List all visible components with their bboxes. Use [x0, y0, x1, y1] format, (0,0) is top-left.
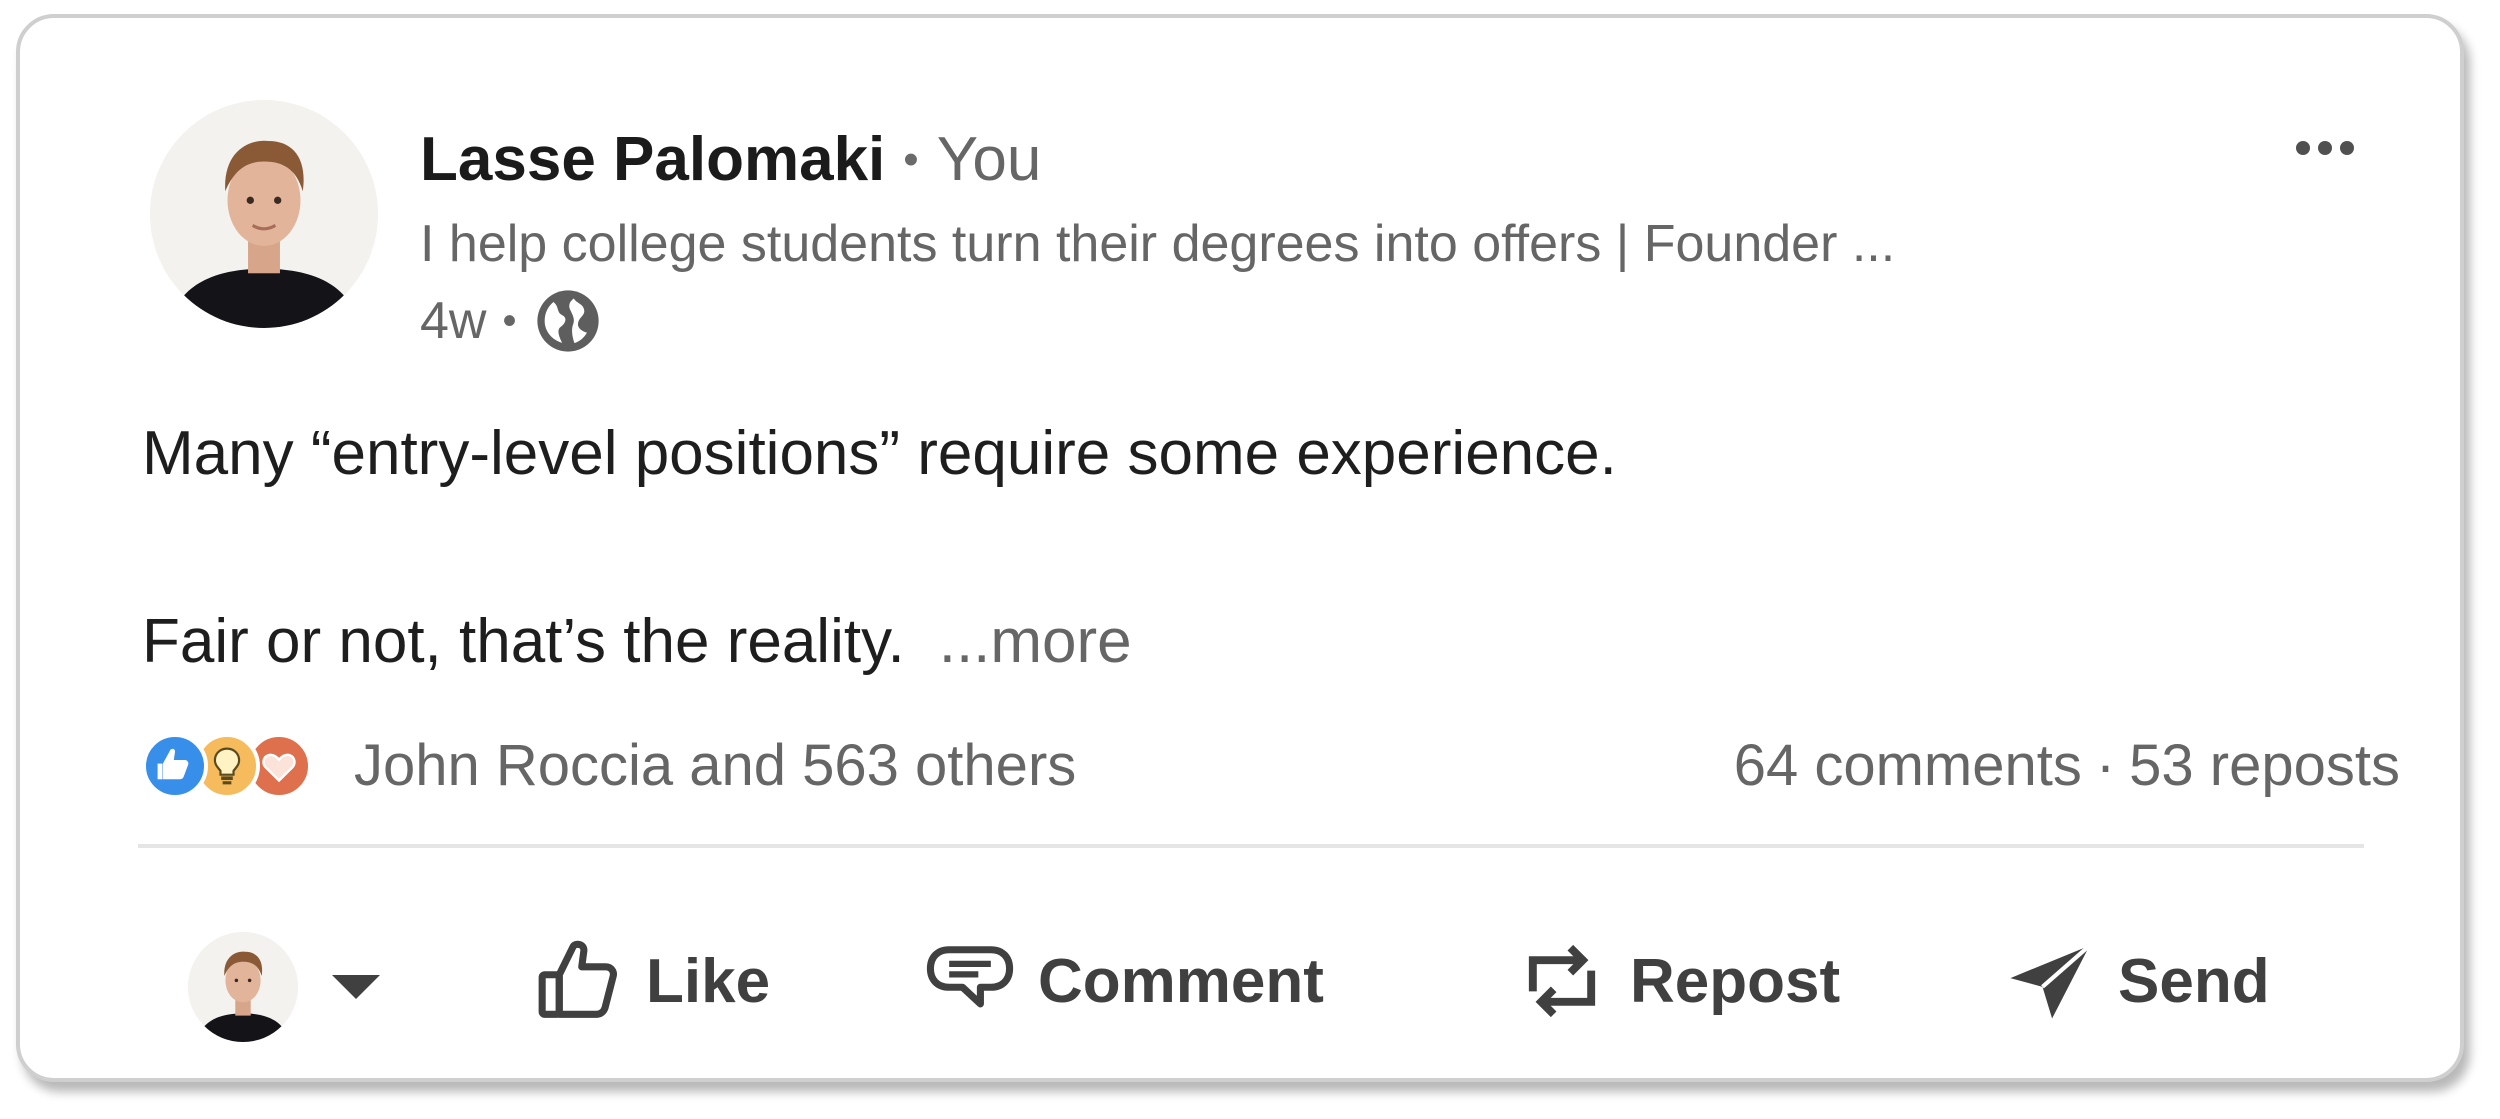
author-name[interactable]: Lasse Palomaki [420, 125, 885, 194]
more-options-icon[interactable] [2280, 118, 2370, 178]
post-card: Lasse Palomaki • You I help college studen… [16, 14, 2464, 1082]
thumbs-up-icon [538, 940, 617, 1018]
like-button[interactable]: Like [528, 926, 770, 1036]
author-photo [150, 100, 378, 328]
reactions-count[interactable]: John Roccia and 563 others [354, 732, 1076, 799]
more-dot [2296, 141, 2310, 155]
repost-button[interactable]: Repost [1512, 926, 1840, 1036]
comment-button[interactable]: Comment [920, 926, 1324, 1036]
like-reaction-icon [142, 733, 208, 799]
current-user-avatar [188, 932, 298, 1042]
more-dot [2318, 141, 2332, 155]
post-body-line-2-text: Fair or not, that’s the reality. [142, 607, 905, 676]
like-label: Like [646, 946, 771, 1016]
post-meta: 4w • [420, 286, 603, 356]
repost-label: Repost [1630, 946, 1841, 1016]
comment-icon [926, 946, 1014, 1008]
separator-dot: • [903, 135, 919, 184]
social-action-bar: Like Comment Repost Send [20, 908, 2460, 1048]
globe-icon [536, 290, 599, 352]
more-dot [2340, 141, 2354, 155]
post-as-selector[interactable] [188, 932, 380, 1042]
reaction-icons [142, 729, 342, 801]
send-icon [2010, 944, 2091, 1019]
repost-icon [1528, 944, 1596, 1018]
reactions-summary[interactable]: John Roccia and 563 others [142, 724, 1076, 806]
post-body-line-2: Fair or not, that’s the reality. ...more [142, 602, 1132, 682]
reposts-count[interactable]: 53 reposts [2129, 732, 2400, 799]
author-name-line: Lasse Palomaki • You [420, 122, 1041, 198]
author-headline: I help college students turn their degre… [420, 215, 1896, 273]
social-counts: 64 comments · 53 reposts [1734, 724, 2400, 806]
send-label: Send [2118, 946, 2270, 1016]
post-body-line-1: Many “entry-level positions” require som… [142, 419, 1617, 488]
divider [138, 844, 2364, 848]
separator-dot: • [502, 298, 517, 343]
post-time[interactable]: 4w [420, 291, 486, 351]
see-more-link[interactable]: ...more [939, 607, 1132, 676]
caret-down-icon [332, 975, 380, 999]
author-avatar[interactable] [150, 100, 378, 328]
counts-separator: · [2095, 732, 2116, 798]
comment-label: Comment [1038, 946, 1324, 1016]
send-button[interactable]: Send [2000, 926, 2270, 1036]
comments-count[interactable]: 64 comments [1734, 732, 2082, 799]
author-relation: You [936, 125, 1042, 194]
